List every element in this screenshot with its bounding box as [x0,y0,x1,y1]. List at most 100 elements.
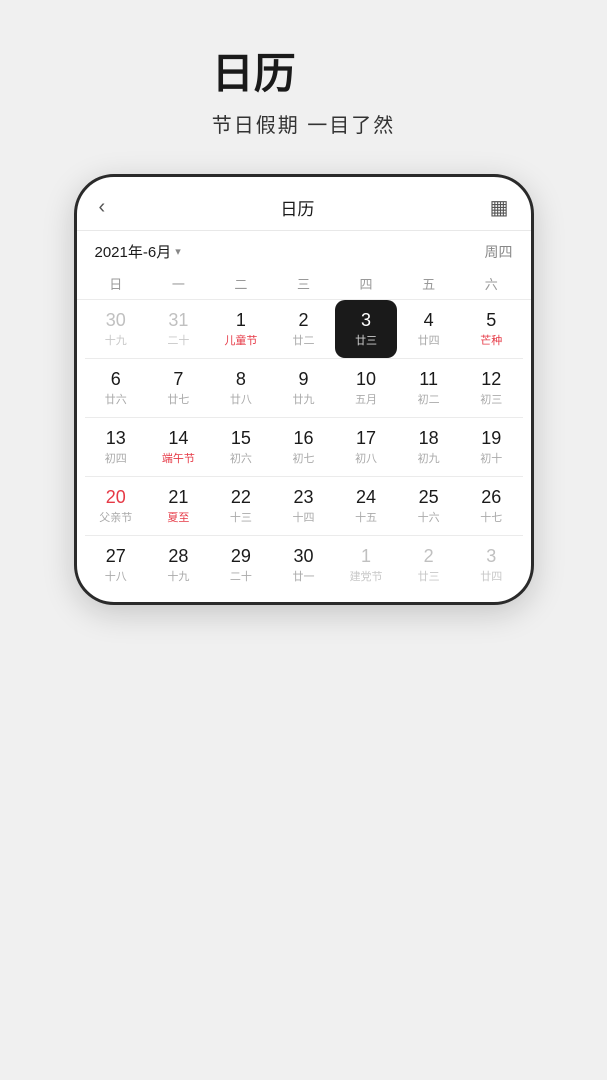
calendar-cell[interactable]: 8廿八 [210,359,273,417]
weekday-label: 二 [210,268,273,299]
weekday-label: 六 [460,268,523,299]
day-number: 30 [293,546,313,568]
calendar-cell[interactable]: 9廿九 [272,359,335,417]
calendar-cell[interactable]: 28十九 [147,536,210,594]
day-number: 31 [168,310,188,332]
day-sub-label: 五月 [355,391,377,407]
calendar-cell[interactable]: 31二十 [147,300,210,358]
calendar-cell[interactable]: 5芒种 [460,300,523,358]
app-subtitle: 节日假期 一目了然 [212,109,396,138]
app-title-section: 日历 节日假期 一目了然 [212,40,396,174]
calendar-cell[interactable]: 15初六 [210,418,273,476]
day-sub-label: 初九 [418,450,440,466]
day-sub-label: 廿九 [292,391,314,407]
calendar-cell[interactable]: 13初四 [85,418,148,476]
day-sub-label: 廿三 [355,332,377,348]
day-number: 19 [481,428,501,450]
day-number: 29 [231,546,251,568]
day-sub-label: 十五 [355,509,377,525]
day-number: 6 [111,369,121,391]
day-number: 22 [231,487,251,509]
day-sub-label: 十四 [292,509,314,525]
day-sub-label: 十九 [167,568,189,584]
calendar-cell[interactable]: 3廿四 [460,536,523,594]
day-number: 5 [486,310,496,332]
calendar-cell[interactable]: 10五月 [335,359,398,417]
calendar-cell[interactable]: 12初三 [460,359,523,417]
day-number: 25 [419,487,439,509]
calendar-cell[interactable]: 7廿七 [147,359,210,417]
day-sub-label: 父亲节 [99,509,132,525]
day-sub-label: 建党节 [350,568,383,584]
calendar-cell[interactable]: 2廿三 [397,536,460,594]
calendar-header: ‹ 日历 ▦ [77,177,531,231]
day-sub-label: 廿八 [230,391,252,407]
day-number: 2 [298,310,308,332]
calendar-cell[interactable]: 6廿六 [85,359,148,417]
calendar-cell[interactable]: 25十六 [397,477,460,535]
day-number: 1 [236,310,246,332]
day-sub-label: 夏至 [167,509,189,525]
calendar-cell[interactable]: 18初九 [397,418,460,476]
calendar-cell[interactable]: 17初八 [335,418,398,476]
day-number: 17 [356,428,376,450]
weekday-label: 一 [147,268,210,299]
calendar-cell[interactable]: 29二十 [210,536,273,594]
calendar-cell[interactable]: 11初二 [397,359,460,417]
calendar-cell[interactable]: 4廿四 [397,300,460,358]
calendar-cell[interactable]: 16初七 [272,418,335,476]
calendar-cell[interactable]: 23十四 [272,477,335,535]
day-sub-label: 初三 [480,391,502,407]
day-number: 7 [173,369,183,391]
day-number: 15 [231,428,251,450]
weekday-label: 日 [85,268,148,299]
calendar-cell[interactable]: 1儿童节 [210,300,273,358]
calendar-cell[interactable]: 21夏至 [147,477,210,535]
day-sub-label: 廿四 [480,568,502,584]
day-number: 2 [424,546,434,568]
day-number: 12 [481,369,501,391]
calendar-cell[interactable]: 19初十 [460,418,523,476]
day-sub-label: 十七 [480,509,502,525]
calendar-cell[interactable]: 27十八 [85,536,148,594]
calendar-cell[interactable]: 3廿三 [335,300,398,358]
day-sub-label: 初八 [355,450,377,466]
day-sub-label: 初四 [105,450,127,466]
calendar-view-icon[interactable]: ▦ [490,195,509,220]
calendar-cell[interactable]: 22十三 [210,477,273,535]
day-number: 4 [424,310,434,332]
day-sub-label: 儿童节 [224,332,257,348]
calendar-cell[interactable]: 20父亲节 [85,477,148,535]
back-button[interactable]: ‹ [99,196,106,219]
day-sub-label: 十六 [418,509,440,525]
day-sub-label: 廿六 [105,391,127,407]
day-number: 11 [419,369,438,391]
day-number: 3 [361,310,371,332]
day-number: 18 [419,428,439,450]
calendar-grid: 30十九31二十1儿童节2廿二3廿三4廿四5芒种6廿六7廿七8廿八9廿九10五月… [77,300,531,602]
month-dropdown-arrow: ▾ [175,245,181,258]
calendar-cell[interactable]: 2廿二 [272,300,335,358]
calendar-cell[interactable]: 14端午节 [147,418,210,476]
phone-inner: ‹ 日历 ▦ 2021年-6月 ▾ 周四 日一二三四五六 30十九31二十1儿童… [77,177,531,602]
calendar-cell[interactable]: 1建党节 [335,536,398,594]
day-sub-label: 二十 [230,568,252,584]
day-number: 1 [361,546,371,568]
day-sub-label: 芒种 [480,332,502,348]
day-sub-label: 廿二 [292,332,314,348]
day-sub-label: 十八 [105,568,127,584]
day-sub-label: 廿一 [292,568,314,584]
calendar-cell[interactable]: 30廿一 [272,536,335,594]
calendar-cell[interactable]: 24十五 [335,477,398,535]
weekday-label: 三 [272,268,335,299]
calendar-cell[interactable]: 26十七 [460,477,523,535]
day-sub-label: 十九 [105,332,127,348]
current-weekday: 周四 [485,242,513,262]
day-number: 3 [486,546,496,568]
day-number: 8 [236,369,246,391]
day-number: 20 [106,487,126,509]
day-sub-label: 初二 [418,391,440,407]
calendar-cell[interactable]: 30十九 [85,300,148,358]
month-label[interactable]: 2021年-6月 ▾ [95,241,181,262]
weekday-headers: 日一二三四五六 [77,268,531,300]
